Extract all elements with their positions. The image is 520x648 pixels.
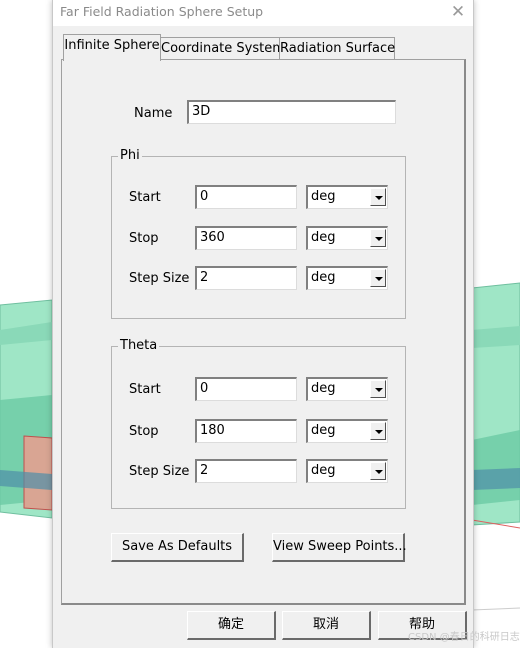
dropdown-arrow-icon[interactable] [370,422,386,440]
phi-start-input[interactable]: 0 [195,185,297,209]
theta-group: Theta Start 0 deg Stop 180 deg Step Size… [111,338,406,509]
dropdown-arrow-icon[interactable] [370,269,386,287]
phi-group-title: Phi [118,148,142,163]
view-sweep-points-button[interactable]: View Sweep Points... [272,533,407,562]
dropdown-arrow-icon[interactable] [370,380,386,398]
ok-button[interactable]: 确定 [187,611,276,640]
theta-stop-input[interactable]: 180 [195,419,297,443]
title-bar: Far Field Radiation Sphere Setup ✕ [53,0,473,26]
theta-stop-unit-value: deg [311,423,336,438]
phi-step-unit-select[interactable]: deg [306,266,388,290]
dropdown-arrow-icon[interactable] [370,188,386,206]
theta-group-title: Theta [118,338,160,353]
far-field-setup-dialog: Far Field Radiation Sphere Setup ✕ Infin… [52,0,474,648]
dropdown-arrow-icon[interactable] [370,462,386,480]
phi-stop-unit-value: deg [311,230,336,245]
tab-coordinate-system[interactable]: Coordinate System [160,37,285,60]
theta-start-unit-value: deg [311,381,336,396]
phi-stop-unit-select[interactable]: deg [306,226,388,250]
phi-start-unit-value: deg [311,189,336,204]
close-icon[interactable]: ✕ [447,1,469,23]
theta-step-input[interactable]: 2 [195,459,297,483]
phi-step-input[interactable]: 2 [195,266,297,290]
theta-step-unit-select[interactable]: deg [306,459,388,483]
theta-start-unit-select[interactable]: deg [306,377,388,401]
phi-start-label: Start [129,190,161,205]
tab-panel-infinite-sphere: Name 3D Phi Start 0 deg Stop 360 deg Ste… [61,59,466,605]
tab-radiation-surface[interactable]: Radiation Surface [279,37,395,60]
name-label: Name [134,106,173,121]
phi-step-label: Step Size [129,271,190,286]
dropdown-arrow-icon[interactable] [370,229,386,247]
theta-start-input[interactable]: 0 [195,377,297,401]
save-as-defaults-button[interactable]: Save As Defaults [111,533,244,562]
theta-start-label: Start [129,382,161,397]
phi-step-unit-value: deg [311,270,336,285]
theta-stop-unit-select[interactable]: deg [306,419,388,443]
watermark-text: CSDN @春日的科研日志 [408,632,520,643]
theta-step-unit-value: deg [311,463,336,478]
cancel-button[interactable]: 取消 [282,611,371,640]
theta-step-label: Step Size [129,464,190,479]
phi-group: Phi Start 0 deg Stop 360 deg Step Size 2… [111,148,406,319]
theta-stop-label: Stop [129,424,159,439]
phi-stop-input[interactable]: 360 [195,226,297,250]
dialog-title: Far Field Radiation Sphere Setup [60,4,264,19]
tab-infinite-sphere[interactable]: Infinite Sphere [63,34,161,61]
phi-start-unit-select[interactable]: deg [306,185,388,209]
name-input[interactable]: 3D [187,100,396,124]
phi-stop-label: Stop [129,231,159,246]
